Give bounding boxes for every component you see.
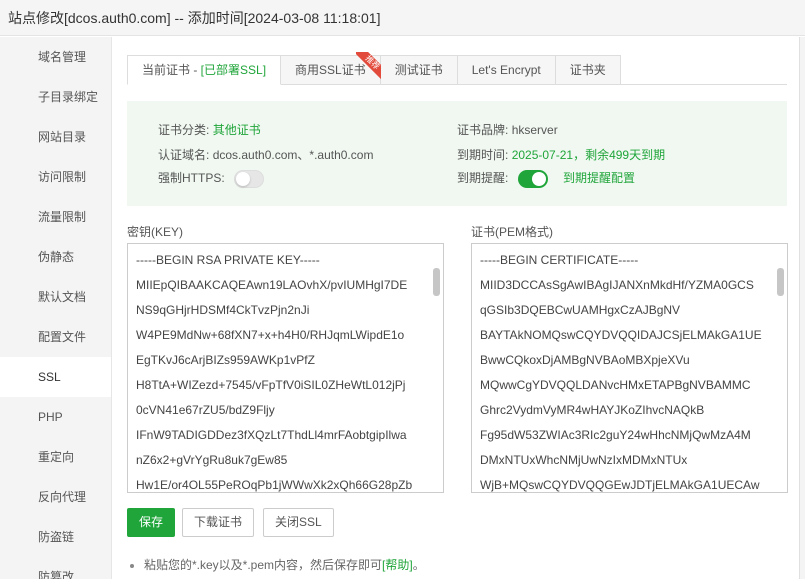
sidebar-item-hotlink[interactable]: 防盗链 [0,517,111,557]
cert-line: -----BEGIN CERTIFICATE----- [480,253,639,267]
cert-category: 证书分类: 其他证书 [158,121,261,138]
cert-brand: 证书品牌: hkserver [457,121,558,138]
cert-info-panel: 证书分类: 其他证书 证书品牌: hkserver 认证域名: dcos.aut… [127,101,787,206]
help-link[interactable]: [帮助] [382,558,413,572]
force-https-toggle[interactable] [234,169,265,188]
save-button[interactable]: 保存 [127,508,176,537]
sidebar-item-rewrite[interactable]: 伪静态 [0,237,111,277]
window-title: 站点修改[dcos.auth0.com] -- 添加时间[2024-03-08 … [8,9,381,26]
key-line: -----BEGIN RSA PRIVATE KEY----- [136,253,320,267]
sidebar-item-subdir[interactable]: 子目录绑定 [0,77,111,117]
sidebar-item-traffic-limit[interactable]: 流量限制 [0,197,111,237]
cert-line: MIID3DCCAsSgAwIBAgIJANXnMkdHf/YZMA0GCS [480,278,754,292]
cert-category-value: 其他证书 [212,123,261,137]
key-line: 0cVN41e67rZU5/bdZ9Fljy [136,403,275,417]
tab-commercial-ssl[interactable]: 商用SSL证书 推荐 [281,52,384,85]
help-tip-text: 粘贴您的*.key以及*.pem内容，然后保存即可 [144,558,383,572]
sidebar: 域名管理 子目录绑定 网站目录 访问限制 流量限制 伪静态 默认文档 配置文件 … [0,37,112,579]
key-textarea[interactable]: -----BEGIN RSA PRIVATE KEY----- MIIEpQIB… [127,243,444,493]
expire-reminder-label: 到期提醒: [457,171,509,185]
cert-line: BwwCQkoxDjAMBgNVBAoMBXpjeXVu [480,353,690,367]
key-line: IFnW9TADIGDDez3fXQzLt7ThdLl4mrFAobtgipIl… [136,428,407,442]
ssl-tabs: 当前证书 - [已部署SSL] 商用SSL证书 推荐 测试证书 Let's En… [127,52,787,85]
window-title-bar: 站点修改[dcos.auth0.com] -- 添加时间[2024-03-08 … [0,0,805,36]
sidebar-item-tamper-proof[interactable]: 防篡改 [0,557,111,579]
cert-scrollbar-thumb[interactable] [777,268,784,296]
key-line: W4PE9MdNw+68fXN7+x+h4H0/RHJqmLWipdE1o [136,328,405,342]
key-line: Hw1E/or4OL55PeROqPb1jWWwXk2xQh66G28pZb [136,478,413,492]
cert-category-label: 证书分类: [158,123,210,137]
key-line: EgTKvJ6cArjBIZs959AWKp1vPfZ [136,353,315,367]
cert-domain-value: dcos.auth0.com、*.auth0.com [212,148,374,162]
expire-reminder-toggle[interactable] [517,169,548,188]
cert-expire: 到期时间: 2025-07-21，剩余499天到期 [457,146,665,163]
cert-expire-label: 到期时间: [457,148,509,162]
sidebar-item-config-file[interactable]: 配置文件 [0,317,111,357]
sidebar-item-default-doc[interactable]: 默认文档 [0,277,111,317]
cert-brand-value: hkserver [511,123,558,137]
cert-line: Ghrc2VydmVyMR4wHAYJKoZIhvcNAQkB [480,403,705,417]
tab-current-cert-status: [已部署SSL] [200,63,267,77]
tab-test-cert[interactable]: 测试证书 [380,55,458,85]
sidebar-item-site-dir[interactable]: 网站目录 [0,117,111,157]
key-label: 密钥(KEY) [127,225,184,239]
cert-brand-label: 证书品牌: [457,123,509,137]
sidebar-item-redirect[interactable]: 重定向 [0,437,111,477]
cert-line: DMxNTUxWhcNMjUwNzIxMDMxNTUx [480,453,688,467]
cert-content: -----BEGIN CERTIFICATE----- MIID3DCCAsSg… [472,244,787,492]
cert-line: MQwwCgYDVQQLDANvcHMxETAPBgNVBAMMC [480,378,751,392]
key-line: H8TtA+WIZezd+7545/vFpTfV0iSIL0ZHeWtL012j… [136,378,406,392]
cert-domain-label: 认证域名: [158,148,210,162]
key-line: NS9qGHjrHDSMf4CkTvzPjn2nJi [136,303,310,317]
tab-current-cert-label: 当前证书 - [142,63,201,77]
cert-line: qGSIb3DQEBCwUAMHgxCzAJBgNV [480,303,681,317]
key-line: nZ6x2+gVrYgRu8uk7gEw85 [136,453,288,467]
help-tip-end: 。 [412,558,425,572]
sidebar-item-domain[interactable]: 域名管理 [0,37,111,77]
recommend-badge: 推荐 [355,52,384,80]
cert-expire-value: 2025-07-21，剩余499天到期 [511,148,666,162]
key-content: -----BEGIN RSA PRIVATE KEY----- MIIEpQIB… [128,244,443,492]
sidebar-item-php[interactable]: PHP [0,397,111,437]
force-https: 强制HTTPS: [158,169,265,188]
scrollbar-edge[interactable] [799,37,805,579]
tab-cert-folder[interactable]: 证书夹 [555,55,621,85]
cert-domain: 认证域名: dcos.auth0.com、*.auth0.com [158,146,373,163]
disable-ssl-button[interactable]: 关闭SSL [263,508,334,537]
sidebar-item-ssl[interactable]: SSL [0,357,111,397]
key-scrollbar-thumb[interactable] [433,268,440,296]
cert-line: Fg95dW53ZWIAc3RIc2guY24wHhcNMjQwMzA4M [480,428,751,442]
force-https-label: 强制HTTPS: [158,171,225,185]
expire-reminder-config-link[interactable]: 到期提醒配置 [563,171,635,185]
bullet-icon [130,563,134,568]
sidebar-item-access-limit[interactable]: 访问限制 [0,157,111,197]
key-line: MIIEpQIBAAKCAQEAwn19LAOvhX/pvIUMHgI7DE [136,278,408,292]
tab-current-cert[interactable]: 当前证书 - [已部署SSL] [127,55,282,85]
cert-line: WjB+MQswCQYDVQQGEwJDTjELMAkGA1UECAw [480,478,760,492]
expire-reminder: 到期提醒: 到期提醒配置 [457,169,635,188]
cert-label: 证书(PEM格式) [471,225,553,239]
sidebar-item-reverse-proxy[interactable]: 反向代理 [0,477,111,517]
help-tip: 粘贴您的*.key以及*.pem内容，然后保存即可[帮助]。 [130,556,425,573]
tab-letsencrypt[interactable]: Let's Encrypt [457,55,556,85]
download-cert-button[interactable]: 下载证书 [182,508,255,537]
recommend-badge-text: 推荐 [355,52,384,80]
cert-line: BAYTAkNOMQswCQYDVQQIDAJCSjELMAkGA1UE [480,328,762,342]
cert-textarea[interactable]: -----BEGIN CERTIFICATE----- MIID3DCCAsSg… [471,243,788,493]
